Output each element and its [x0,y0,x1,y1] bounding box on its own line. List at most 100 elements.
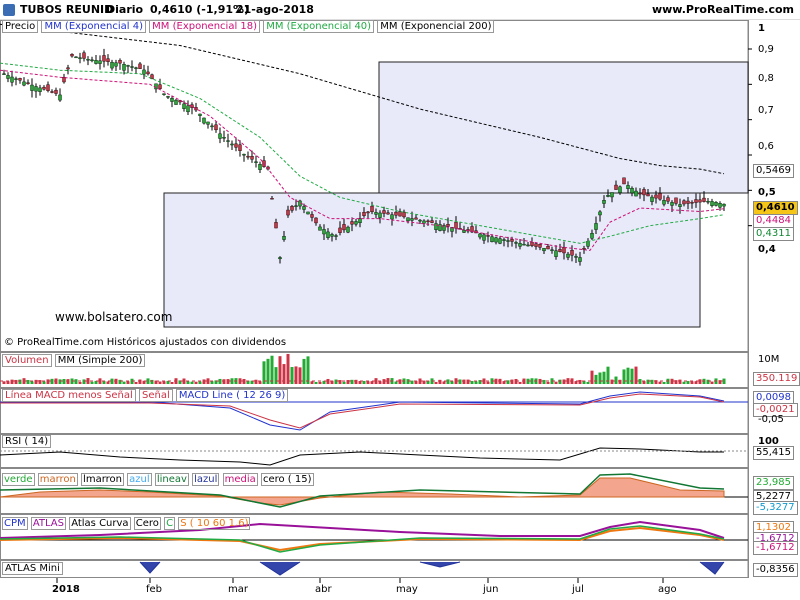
candle-body [78,57,82,59]
cpm-s-line [0,526,725,552]
candle-body [390,214,394,220]
candle-body [198,113,202,116]
candle-body [370,205,374,213]
candle-body [638,192,642,195]
volume-bar [82,379,86,384]
volume-bar [394,381,398,384]
axis-1: 1 [758,23,765,34]
volume-bar [266,358,270,384]
candle-body [710,201,714,206]
volume-bar [126,381,130,384]
volume-bar [306,356,310,384]
legend-ema200: MM (Exponencial 200) [377,20,495,33]
candle-body [502,239,506,241]
candle-body [38,87,42,92]
volume-bar [646,379,650,384]
candle-body [634,190,638,197]
volume-bar [650,379,654,384]
price-legend: Precio MM (Exponencial 4) MM (Exponencia… [2,20,495,33]
volume-bar [78,381,82,384]
candle-body [594,223,598,230]
volume-bar [710,381,714,384]
candle-body [662,200,666,205]
chart-canvas[interactable] [0,0,800,600]
candle-body [2,73,6,75]
candle-body [714,202,718,206]
candle-body [686,200,690,204]
volume-bar [554,381,558,384]
candle-body [30,84,34,91]
volume-bar [122,381,126,384]
candle-body [58,94,62,101]
candle-body [254,161,258,163]
candle-body [42,86,46,90]
candle-body [374,212,378,215]
legend-cero2: Cero [133,517,161,530]
atlas-mini-legend: ATLAS Mini [2,562,63,575]
ema18-tag: 0,4484 [753,214,794,228]
volume-bar [558,379,562,384]
candle-body [398,211,402,217]
candle-body [322,229,326,235]
candle-body [342,224,346,231]
candle-body [206,121,210,125]
candle-body [690,202,694,204]
candle-body [238,144,242,151]
volume-axis: 10M [758,354,780,365]
axis-05: 0,5 [758,187,776,198]
candle-body [250,156,254,160]
candle-body [598,211,602,216]
month-jun: jun [483,584,499,595]
volume-bar [194,381,198,384]
candle-body [426,220,430,223]
candle-body [326,231,330,238]
axis-04: 0,4 [758,244,776,255]
candle-body [382,210,386,214]
candle-body [514,242,518,244]
candle-body [694,199,698,203]
candle-body [562,246,566,254]
candle-body [702,197,706,202]
volume-bar [222,379,226,384]
candle-body [618,186,622,193]
candle-body [290,206,294,211]
candle-body [66,67,70,70]
candle-body [154,83,158,90]
candle-body [22,81,26,86]
candle-body [570,249,574,256]
volume-bar [42,381,46,384]
candle-body [434,223,438,230]
volume-bar [90,381,94,384]
candle-body [522,243,526,246]
candle-body [146,71,150,75]
macd-line-legend: MACD Line ( 12 26 9) [175,389,289,402]
legend-atlas-curva: Atlas Curva [69,517,131,530]
candle-body [242,153,246,156]
candle-body [334,235,338,237]
volume-bar [622,369,626,384]
volume-bar [118,379,122,384]
candle-body [310,214,314,218]
candle-body [402,211,406,218]
panel-frame [0,560,749,578]
volume-bar [18,379,22,384]
volume-bar [314,381,318,384]
candle-body [490,236,494,243]
candle-body [670,202,674,206]
volume-bar [34,379,38,384]
candle-body [106,58,110,62]
volume-bar [286,353,290,384]
candle-body [622,177,626,185]
candle-body [82,52,86,59]
candle-body [258,164,262,170]
candle-body [558,249,562,253]
candle-body [306,211,310,215]
volume-bar [334,379,338,384]
candle-body [318,226,322,231]
candle-body [394,211,398,216]
macd-hist-legend: Línea MACD menos Señal [2,389,136,402]
candle-body [230,143,234,146]
axis-08: 0,8 [758,73,774,84]
candle-body [110,61,114,69]
candle-body [554,250,558,257]
